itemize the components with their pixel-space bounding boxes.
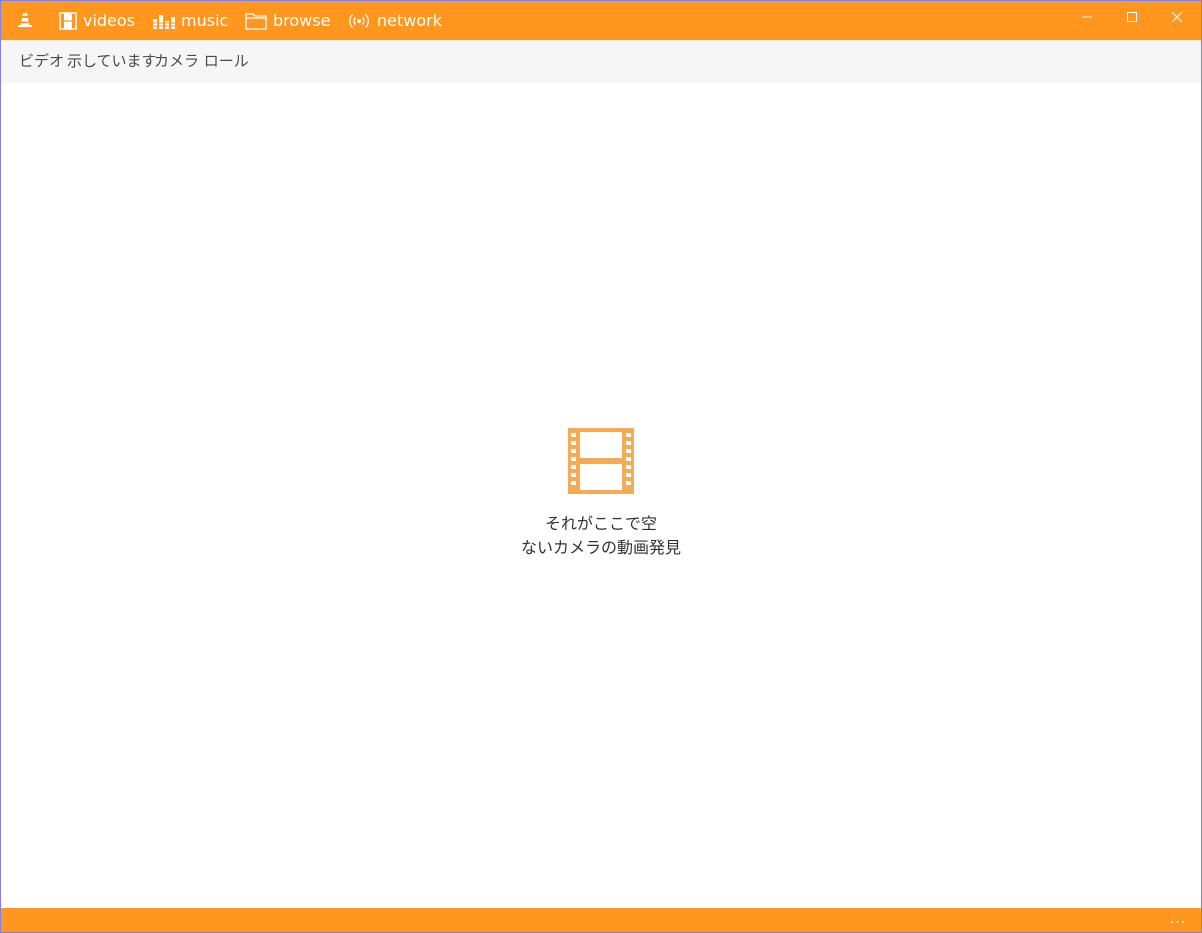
filter-camera-roll[interactable]: カメラ ロール xyxy=(154,40,249,83)
folder-icon xyxy=(245,12,267,30)
nav-videos-label: videos xyxy=(83,11,136,30)
nav-browse-label: browse xyxy=(273,11,331,30)
nav-network[interactable]: network xyxy=(347,1,442,40)
minimize-button[interactable] xyxy=(1065,1,1109,33)
equalizer-icon xyxy=(153,14,175,29)
minimize-icon xyxy=(1082,16,1092,18)
filter-toolbar: ビデオ 示しています カメラ ロール xyxy=(1,40,1201,83)
filter-videos[interactable]: ビデオ xyxy=(19,40,64,83)
empty-message-title: それがここで空 xyxy=(544,514,657,533)
close-button[interactable] xyxy=(1155,1,1199,33)
empty-message-subtitle: ないカメラの動画発見 xyxy=(520,538,681,557)
maximize-icon xyxy=(1127,12,1137,22)
vlc-cone-icon[interactable] xyxy=(15,10,35,30)
nav-music[interactable]: music xyxy=(153,1,228,40)
nav-network-label: network xyxy=(377,11,442,30)
broadcast-icon xyxy=(349,13,369,28)
more-options-button[interactable]: ... xyxy=(1165,908,1191,932)
nav-music-label: music xyxy=(181,11,229,30)
film-icon xyxy=(59,11,77,30)
empty-state: それがここで空 ないカメラの動画発見 xyxy=(1,426,1201,560)
nav-videos[interactable]: videos xyxy=(59,1,135,40)
nav-browse[interactable]: browse xyxy=(245,1,330,40)
title-bar: videos music browse network xyxy=(1,1,1201,40)
film-strip-icon xyxy=(568,428,634,494)
filter-showing[interactable]: 示しています xyxy=(67,40,157,83)
app-window: videos music browse network ビデオ 示しています カ… xyxy=(0,0,1202,933)
close-icon xyxy=(1172,12,1182,22)
maximize-button[interactable] xyxy=(1110,1,1154,33)
bottom-app-bar: ... xyxy=(1,908,1201,932)
